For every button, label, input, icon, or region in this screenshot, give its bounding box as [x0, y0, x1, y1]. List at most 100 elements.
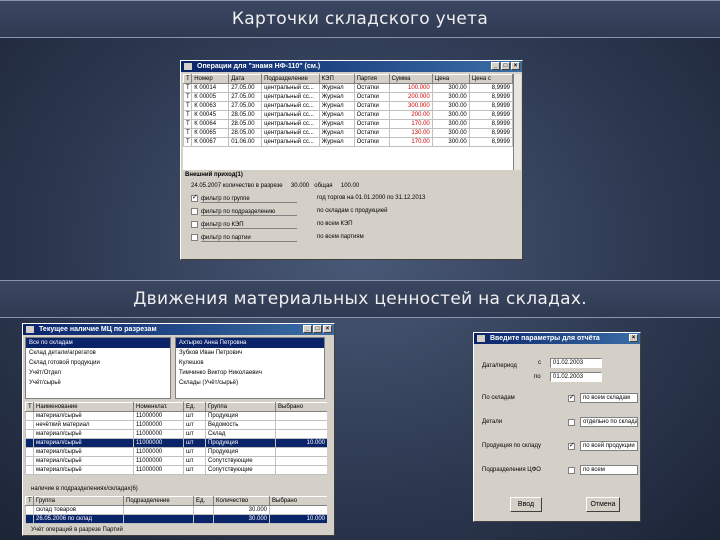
- filter-checkbox[interactable]: [191, 193, 198, 202]
- column-header[interactable]: Выбрано: [275, 402, 327, 412]
- window-icon: [26, 326, 34, 333]
- column-header[interactable]: Наименование: [33, 402, 134, 412]
- table-row[interactable]: ТК 00014 27.05.00 центральный сс... Журнал О…: [183, 83, 513, 93]
- list-item[interactable]: Учёт/сырьё: [26, 378, 170, 388]
- table-cell: Продукция: [205, 438, 276, 448]
- column-header[interactable]: КЭП: [318, 74, 355, 84]
- minimize-button[interactable]: _: [491, 62, 500, 70]
- table-row[interactable]: материал/сырьё 11000000 шт Склад: [25, 429, 327, 439]
- filter-row[interactable]: фильтр по партии по всем партиям: [191, 234, 511, 247]
- column-header[interactable]: Сумма: [388, 74, 433, 84]
- maximize-button[interactable]: □: [313, 325, 322, 333]
- from-date-input[interactable]: 01.02.2003: [550, 358, 602, 368]
- table-row[interactable]: материал/сырьё 11000000 шт Продукция 10.000: [25, 438, 327, 448]
- column-header[interactable]: Цена: [431, 74, 470, 84]
- maximize-button[interactable]: □: [501, 62, 510, 70]
- window-controls: _ □ ×: [303, 325, 332, 333]
- list-item[interactable]: Учёт/Отдел: [26, 368, 170, 378]
- filter-row[interactable]: фильтр по подразделению по складам с прод…: [191, 208, 511, 221]
- minimize-button[interactable]: _: [303, 325, 312, 333]
- vertical-scrollbar[interactable]: [513, 74, 521, 170]
- close-button[interactable]: ×: [511, 62, 520, 70]
- table-row[interactable]: ТК 00063 27.05.00 центральный сс... Журнал О…: [183, 101, 513, 111]
- window-controls: _ □ ×: [491, 62, 520, 70]
- table-row[interactable]: ТК 00067 01.06.00 центральный сс... Журнал О…: [183, 137, 513, 147]
- column-header[interactable]: Номер: [191, 74, 230, 84]
- table-row[interactable]: ТК 00045 28.05.00 центральный сс... Журнал О…: [183, 110, 513, 120]
- table-cell: 300.000: [388, 101, 433, 111]
- column-header[interactable]: Подразделение: [261, 74, 320, 84]
- to-date-input[interactable]: 01.02.2003: [550, 372, 602, 382]
- option-checkbox[interactable]: [568, 419, 575, 426]
- filter-checkbox[interactable]: [191, 221, 198, 228]
- close-button[interactable]: ×: [629, 334, 638, 342]
- list-item[interactable]: Все по складам: [26, 338, 170, 348]
- column-header[interactable]: Группа: [33, 496, 124, 506]
- warehouse-list[interactable]: Все по складам Склад детали/агрегатов Скла…: [25, 337, 171, 399]
- list-item[interactable]: Склад детали/агрегатов: [26, 348, 170, 358]
- table-row[interactable]: материал/сырьё 11000000 шт Продукция: [25, 447, 327, 457]
- filter-row[interactable]: фильтр по группе год торгов на 01.01.2000…: [191, 193, 511, 208]
- table-cell: 200.000: [388, 92, 433, 102]
- column-header[interactable]: Цена с: [468, 74, 513, 84]
- table-cell: [275, 447, 327, 457]
- column-header[interactable]: Количество: [213, 496, 270, 506]
- table-cell: [25, 420, 34, 430]
- table-cell: материал/сырьё: [33, 429, 134, 439]
- option-row: Подразделения ЦФО по всем: [482, 463, 638, 487]
- option-checkbox[interactable]: [568, 467, 575, 474]
- column-header[interactable]: Номенклат.: [133, 402, 184, 412]
- column-header[interactable]: Партия: [353, 74, 390, 84]
- table-cell: Продукция: [205, 447, 276, 457]
- column-header[interactable]: Т: [25, 496, 34, 506]
- list-item[interactable]: Ахтырко Анна Петровна: [176, 338, 324, 348]
- table-cell: К 00064: [191, 119, 230, 129]
- list-item[interactable]: Кулешов: [176, 358, 324, 368]
- column-header[interactable]: Выбрано: [269, 496, 327, 506]
- column-header[interactable]: Т: [25, 402, 34, 412]
- list-item[interactable]: Тимчинко Виктор Николаевич: [176, 368, 324, 378]
- table-cell: материал/сырьё: [33, 438, 134, 448]
- filter-checkbox[interactable]: [191, 234, 198, 241]
- list-item[interactable]: Склады (Учёт/сырьё): [176, 378, 324, 388]
- table-row[interactable]: материал/сырьё 11000000 шт Сопутствующие: [25, 465, 327, 475]
- table-row[interactable]: нечёткий материал 11000000 шт Ведомость: [25, 420, 327, 430]
- list-item[interactable]: Склад готовой продукции: [26, 358, 170, 368]
- responsible-list[interactable]: Ахтырко Анна Петровна Зубков Иван Петрови…: [175, 337, 325, 399]
- table-row[interactable]: ТК 00065 28.05.00 центральный сс... Журнал О…: [183, 128, 513, 138]
- column-header[interactable]: Ед.: [183, 402, 206, 412]
- column-header[interactable]: Подразделение: [123, 496, 194, 506]
- operations-grid[interactable]: Т Номер Дата Подразделение КЭП Партия Сумма Цен…: [183, 74, 513, 170]
- table-row[interactable]: 26.05.2006 по склад 30.000 10.000: [25, 514, 327, 524]
- column-header[interactable]: Т: [183, 74, 193, 84]
- cancel-button[interactable]: Отмена: [586, 497, 620, 512]
- table-cell: [25, 505, 34, 515]
- option-checkbox[interactable]: [568, 441, 575, 450]
- table-row[interactable]: ТК 00064 28.05.00 центральный сс... Журнал О…: [183, 119, 513, 129]
- locations-grid[interactable]: Т Группа Подразделение Ед. Количество Выбрано…: [25, 496, 327, 526]
- table-row[interactable]: материал/сырьё 11000000 шт Сопутствующие: [25, 456, 327, 466]
- table-row[interactable]: ТК 00005 27.05.00 центральный сс... Журнал О…: [183, 92, 513, 102]
- ok-button[interactable]: Ввод: [510, 497, 542, 512]
- column-header[interactable]: Дата: [228, 74, 263, 84]
- table-cell: К 00065: [191, 128, 230, 138]
- column-header[interactable]: Группа: [205, 402, 276, 412]
- table-cell: 28.05.00: [228, 128, 263, 138]
- list-item[interactable]: Зубков Иван Петрович: [176, 348, 324, 358]
- table-cell: [275, 429, 327, 439]
- table-cell: 8,9999: [468, 110, 513, 120]
- filter-label: фильтр по подразделению: [201, 209, 297, 217]
- close-button[interactable]: ×: [323, 325, 332, 333]
- table-cell: 130.00: [388, 128, 433, 138]
- table-row[interactable]: материал/сырьё 11000000 шт Продукция: [25, 411, 327, 421]
- table-row[interactable]: склад товаров 30.000: [25, 505, 327, 515]
- filter-row[interactable]: фильтр по КЭП по всем КЭП: [191, 221, 511, 234]
- filter-checkbox[interactable]: [191, 208, 198, 215]
- option-checkbox[interactable]: [568, 393, 575, 402]
- table-cell: [269, 505, 327, 515]
- items-grid[interactable]: Т Наименование Номенклат. Ед. Группа Выбрано м…: [25, 402, 327, 484]
- table-cell: Остатки: [353, 119, 390, 129]
- table-cell: 28.05.00: [228, 110, 263, 120]
- column-header[interactable]: Ед.: [193, 496, 214, 506]
- table-cell: 300.00: [431, 137, 470, 147]
